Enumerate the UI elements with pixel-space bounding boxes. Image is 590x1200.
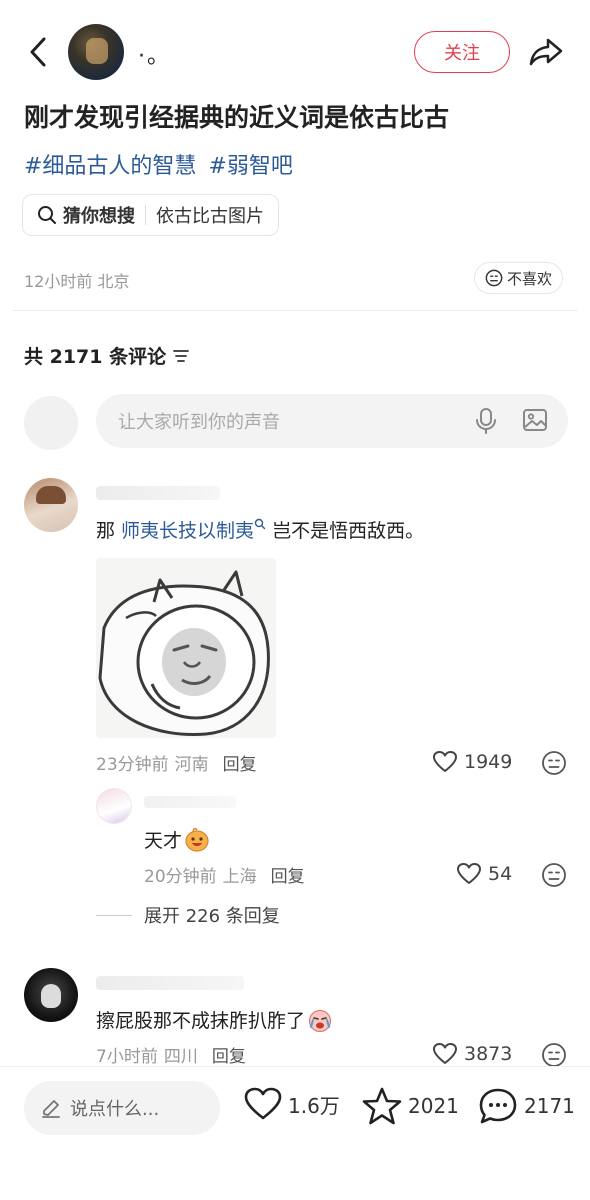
comment-location: 四川: [163, 1047, 198, 1067]
dislike-label: 不喜欢: [507, 269, 553, 288]
reply-location: 上海: [222, 867, 257, 887]
post-like-button[interactable]: 1.6万: [244, 1087, 340, 1121]
commenter-avatar[interactable]: [24, 478, 78, 532]
my-avatar: [24, 396, 78, 450]
like-count: 54: [488, 863, 513, 885]
post-title: 刚才发现引经据典的近义词是依古比古: [24, 103, 450, 132]
search-small-icon: [254, 518, 266, 530]
comment-text: 那 师夷长技以制夷 岂不是悟西敌西。: [96, 516, 424, 543]
say-placeholder: 说点什么...: [70, 1099, 160, 1120]
expand-replies-button[interactable]: 展开 226 条回复: [96, 902, 280, 928]
heart-icon: [244, 1087, 282, 1120]
search-term-link[interactable]: 师夷长技以制夷: [121, 520, 254, 542]
reply-button[interactable]: 回复: [212, 1042, 246, 1067]
like-count: 1949: [464, 751, 513, 773]
post-like-count: 1.6万: [288, 1093, 340, 1118]
post-tags: #细品古人的智慧 #弱智吧: [24, 148, 293, 180]
tag-link[interactable]: #弱智吧: [208, 148, 292, 180]
reply-like-button[interactable]: 54: [456, 862, 512, 886]
comment-like-button[interactable]: 1949: [432, 750, 512, 774]
author-avatar[interactable]: [68, 24, 124, 80]
sort-icon: [173, 349, 190, 362]
commenter-name-blurred: [96, 486, 220, 500]
heart-icon: [457, 863, 481, 884]
reply-button[interactable]: 回复: [223, 750, 257, 775]
grinning-emoji-icon: [185, 827, 209, 852]
comment-time: 7小时前: [96, 1047, 158, 1067]
back-button[interactable]: [20, 32, 56, 72]
comment-input[interactable]: 让大家听到你的声音: [96, 394, 568, 448]
dislike-button[interactable]: 不喜欢: [474, 262, 564, 294]
comment-like-button[interactable]: 3873: [432, 1042, 512, 1066]
chevron-left-icon: [30, 37, 46, 67]
reply-text-content: 天才: [144, 830, 183, 852]
input-icons: [474, 407, 548, 435]
comment-meta: 7小时前 四川 回复: [96, 1042, 246, 1067]
commenter-avatar[interactable]: [24, 968, 78, 1022]
replier-name-blurred: [144, 796, 236, 808]
post-star-count: 2021: [408, 1094, 459, 1118]
reply-text: 天才: [144, 826, 210, 853]
say-something-input[interactable]: 说点什么...: [24, 1081, 220, 1135]
author-name[interactable]: ·。: [138, 38, 171, 70]
suggested-search-chip[interactable]: 猜你想搜 依古比古图片: [22, 194, 279, 236]
divider: [96, 914, 132, 916]
comment-text: 擦屁股那不成抹胙扒胙了: [96, 1006, 333, 1033]
like-count: 3873: [464, 1043, 513, 1065]
heart-icon: [433, 751, 457, 772]
post-comment-count: 2171: [524, 1094, 575, 1118]
replier-avatar[interactable]: [96, 788, 132, 824]
pencil-icon: [42, 1100, 60, 1118]
comment-text-before: 那: [96, 520, 122, 542]
neutral-face-icon: [485, 269, 503, 287]
comment-meta: 23分钟前 河南 回复: [96, 750, 257, 775]
post-star-button[interactable]: 2021: [362, 1087, 459, 1125]
share-button[interactable]: [526, 32, 566, 72]
neutral-face-icon[interactable]: [541, 862, 567, 888]
reply-button[interactable]: 回复: [271, 862, 305, 887]
follow-button[interactable]: 关注: [414, 31, 510, 73]
reply-meta: 20分钟前 上海 回复: [144, 862, 305, 887]
search-chip-query: 依古比古图片: [156, 206, 264, 227]
search-chip-prefix: 猜你想搜: [63, 206, 135, 227]
expand-replies-label: 展开 226 条回复: [144, 906, 280, 927]
comment-count: 共 2171 条评论: [24, 346, 167, 368]
search-icon: [38, 206, 56, 224]
comment-count-sort[interactable]: 共 2171 条评论: [24, 342, 190, 369]
comment-location: 河南: [174, 755, 209, 775]
meme-drawing: [96, 558, 276, 738]
crying-emoji-icon: [308, 1009, 332, 1032]
top-bar: ·。 关注: [0, 0, 590, 100]
neutral-face-icon[interactable]: [541, 750, 567, 776]
post-time-location: 12小时前 北京: [24, 272, 130, 291]
image-icon[interactable]: [522, 407, 548, 433]
comment-time: 23分钟前: [96, 755, 169, 775]
section-divider: [12, 310, 578, 311]
tag-link[interactable]: #细品古人的智慧: [24, 148, 196, 180]
commenter-name-blurred: [96, 976, 244, 990]
star-icon: [362, 1087, 402, 1125]
comment-bubble-icon: [479, 1088, 517, 1124]
comment-text-content: 擦屁股那不成抹胙扒胙了: [96, 1010, 306, 1032]
meme-image[interactable]: [96, 558, 276, 738]
post-comment-button[interactable]: 2171: [478, 1087, 575, 1125]
divider: [145, 205, 146, 225]
heart-icon: [433, 1043, 457, 1064]
reply-time: 20分钟前: [144, 867, 217, 887]
neutral-face-icon[interactable]: [541, 1042, 567, 1068]
microphone-icon[interactable]: [474, 407, 498, 435]
comment-input-placeholder: 让大家听到你的声音: [118, 412, 280, 433]
comment-text-after: 岂不是悟西敌西。: [266, 520, 425, 542]
share-icon: [529, 38, 563, 66]
bottom-action-bar: 说点什么... 1.6万 2021 2171: [0, 1066, 590, 1200]
